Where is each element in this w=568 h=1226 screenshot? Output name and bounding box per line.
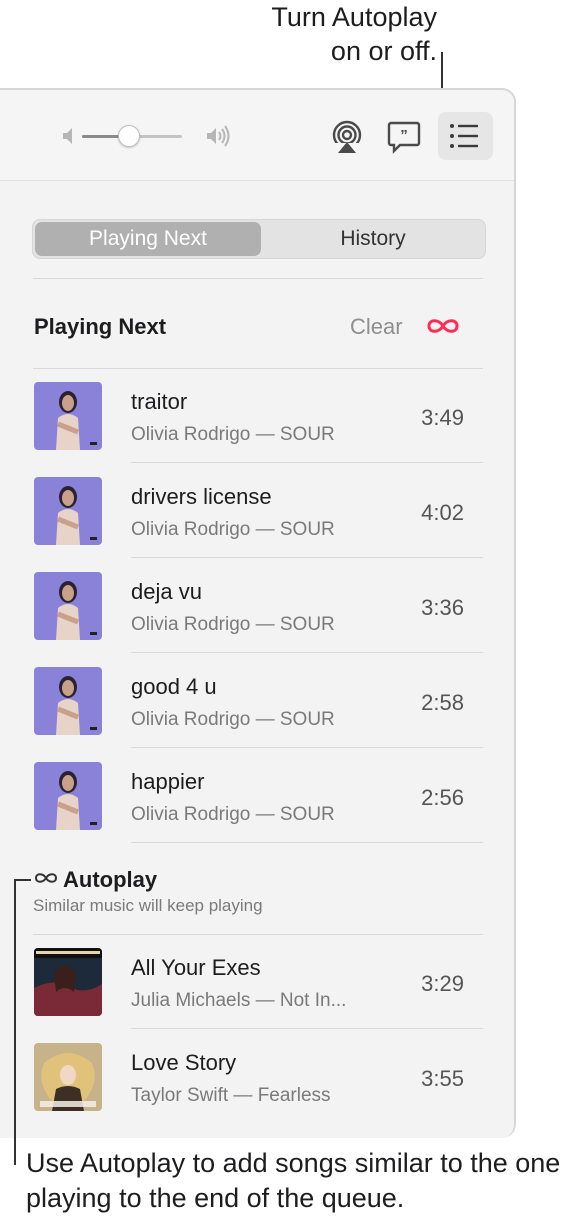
autoplay-subtitle: Similar music will keep playing bbox=[33, 896, 263, 915]
track-row[interactable]: drivers license Olivia Rodrigo — SOUR 4:02 bbox=[33, 464, 483, 558]
tab-history[interactable]: History bbox=[263, 222, 483, 256]
album-art bbox=[34, 382, 102, 450]
clear-button[interactable]: Clear bbox=[350, 314, 403, 340]
autoplay-callout: Turn Autoplay on or off. bbox=[117, 0, 437, 68]
track-artist-album: Olivia Rodrigo — SOUR bbox=[131, 424, 335, 445]
volume-low-icon bbox=[63, 128, 72, 144]
row-separator bbox=[131, 1028, 483, 1029]
track-duration: 3:49 bbox=[421, 405, 464, 430]
tab-playing-next[interactable]: Playing Next bbox=[35, 222, 261, 256]
autoplay-icon bbox=[34, 873, 58, 883]
track-row[interactable]: All Your Exes Julia Michaels — Not In... 3… bbox=[33, 935, 483, 1029]
queue-segmented-control: Playing Next History bbox=[32, 219, 486, 259]
svg-text:”: ” bbox=[400, 127, 408, 144]
track-title: Love Story bbox=[131, 1050, 237, 1075]
volume-thumb[interactable] bbox=[118, 125, 140, 147]
row-separator bbox=[131, 462, 483, 463]
track-row[interactable]: happier Olivia Rodrigo — SOUR 2:56 bbox=[33, 749, 483, 843]
track-title: happier bbox=[131, 769, 205, 794]
panel-toolbar: ” bbox=[0, 90, 514, 181]
row-separator bbox=[131, 747, 483, 748]
album-art bbox=[34, 572, 102, 640]
track-duration: 4:02 bbox=[421, 500, 464, 525]
track-artist-album: Julia Michaels — Not In... bbox=[131, 990, 347, 1011]
track-title: good 4 u bbox=[131, 674, 217, 699]
row-separator bbox=[131, 652, 483, 653]
row-separator bbox=[131, 842, 483, 843]
track-title: traitor bbox=[131, 389, 188, 414]
autoplay-heading: Autoplay bbox=[63, 867, 158, 892]
track-artist-album: Olivia Rodrigo — SOUR bbox=[131, 709, 335, 730]
callout-leader-line bbox=[14, 879, 16, 1165]
track-title: drivers license bbox=[131, 484, 272, 509]
autoplay-description-callout: Use Autoplay to add songs similar to the… bbox=[26, 1148, 561, 1213]
track-duration: 3:36 bbox=[421, 595, 464, 620]
track-title: All Your Exes bbox=[131, 955, 261, 980]
album-art bbox=[34, 762, 102, 830]
callout-leader-line bbox=[14, 879, 31, 881]
divider bbox=[33, 278, 483, 279]
row-separator bbox=[131, 557, 483, 558]
track-row[interactable]: Love Story Taylor Swift — Fearless 3:55 bbox=[33, 1030, 483, 1124]
playing-next-heading: Playing Next bbox=[34, 314, 167, 339]
album-art bbox=[34, 1043, 102, 1111]
callout-line: Turn Autoplay bbox=[271, 2, 437, 32]
lyrics-icon[interactable]: ” bbox=[387, 120, 421, 154]
track-artist-album: Olivia Rodrigo — SOUR bbox=[131, 519, 335, 540]
album-art bbox=[34, 477, 102, 545]
album-art bbox=[34, 948, 102, 1016]
volume-high-icon bbox=[207, 125, 230, 147]
airplay-icon[interactable] bbox=[330, 120, 364, 154]
list-icon bbox=[450, 124, 478, 148]
callout-line: on or off. bbox=[330, 36, 437, 66]
track-title: deja vu bbox=[131, 579, 202, 604]
autoplay-toggle-icon[interactable] bbox=[424, 316, 462, 336]
track-duration: 2:56 bbox=[421, 785, 464, 810]
album-art bbox=[34, 667, 102, 735]
track-artist-album: Olivia Rodrigo — SOUR bbox=[131, 804, 335, 825]
track-row[interactable]: traitor Olivia Rodrigo — SOUR 3:49 bbox=[33, 369, 483, 463]
track-duration: 3:55 bbox=[421, 1066, 464, 1091]
queue-button[interactable] bbox=[438, 112, 493, 160]
track-row[interactable]: good 4 u Olivia Rodrigo — SOUR 2:58 bbox=[33, 654, 483, 748]
track-artist-album: Olivia Rodrigo — SOUR bbox=[131, 614, 335, 635]
track-row[interactable]: deja vu Olivia Rodrigo — SOUR 3:36 bbox=[33, 559, 483, 653]
track-duration: 3:29 bbox=[421, 971, 464, 996]
track-duration: 2:58 bbox=[421, 690, 464, 715]
track-artist-album: Taylor Swift — Fearless bbox=[131, 1085, 331, 1106]
